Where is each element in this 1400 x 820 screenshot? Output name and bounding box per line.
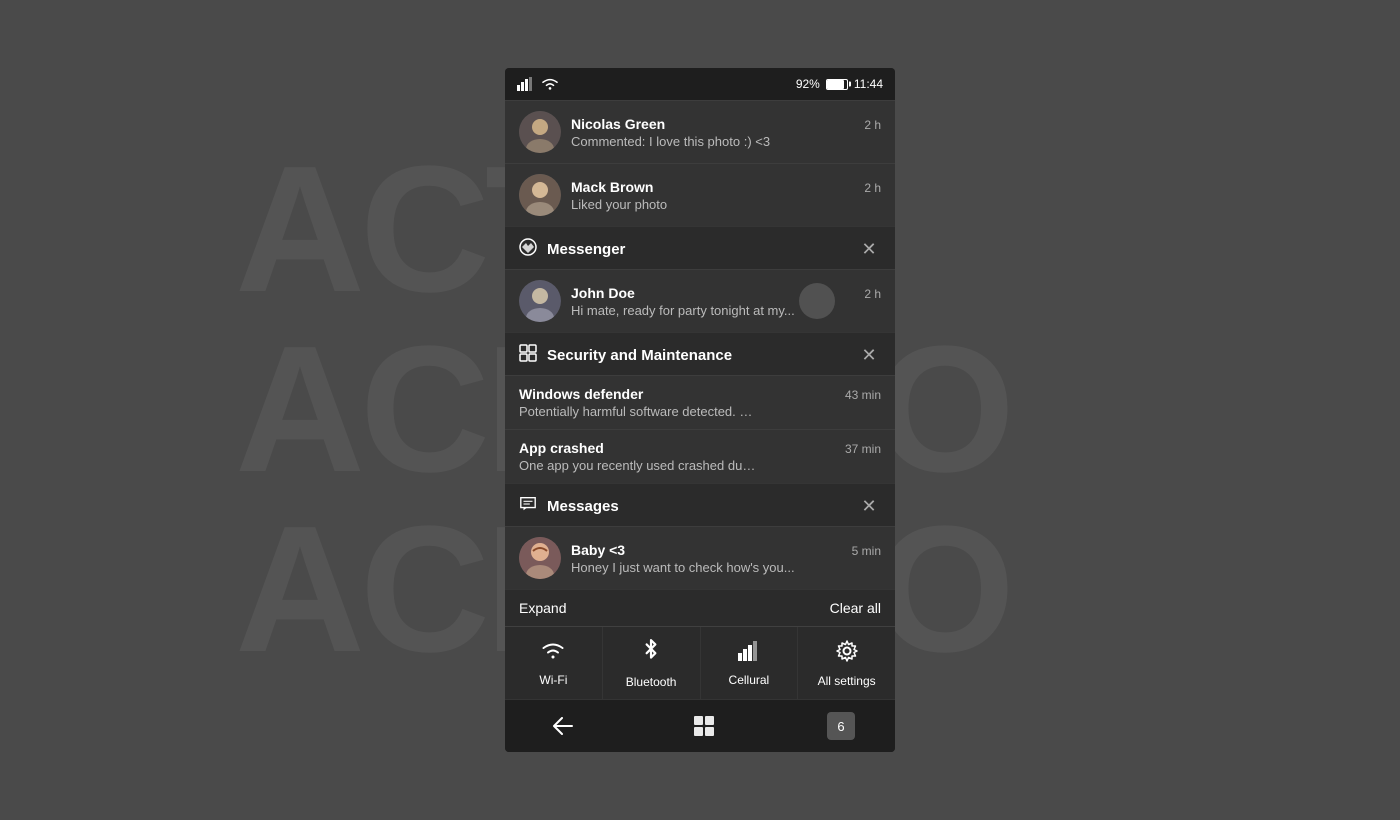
notif-name-appcrash: App crashed xyxy=(519,440,604,456)
notif-name-nicolas: Nicolas Green xyxy=(571,116,665,132)
notif-group-security: Security and Maintenance ✕ Windows defen… xyxy=(505,333,895,484)
notif-item-baby[interactable]: Baby <3 5 min Honey I just want to check… xyxy=(505,526,895,589)
bluetooth-tile[interactable]: Bluetooth xyxy=(603,627,701,699)
signal-icon xyxy=(517,77,535,91)
notif-msg-nicolas: Commented: I love this photo :) <3 xyxy=(571,134,811,149)
phone-frame: 92% 11:44 Nicolas Gr xyxy=(505,68,895,752)
notif-item-nicolas[interactable]: Nicolas Green 2 h Commented: I love this… xyxy=(505,100,895,163)
notif-msg-defender: Potentially harmful software detected. P… xyxy=(519,404,759,419)
settings-tile[interactable]: All settings xyxy=(798,627,895,699)
notif-header-messages: Messages ✕ xyxy=(505,484,895,526)
clock: 11:44 xyxy=(854,77,883,91)
notif-msg-appcrash: One app you recently used crashed during… xyxy=(519,458,759,473)
notif-time-appcrash: 37 min xyxy=(845,442,881,456)
ripple-effect xyxy=(799,283,835,319)
avatar-john xyxy=(519,280,561,322)
clear-all-button[interactable]: Clear all xyxy=(830,600,881,616)
notif-title-messages: Messages xyxy=(547,498,619,515)
notif-item-defender[interactable]: Windows defender 43 min Potentially harm… xyxy=(505,375,895,429)
notif-group-facebook: Nicolas Green 2 h Commented: I love this… xyxy=(505,100,895,227)
home-button[interactable] xyxy=(686,708,722,744)
notif-name-defender: Windows defender xyxy=(519,386,643,402)
security-close-button[interactable]: ✕ xyxy=(857,343,881,367)
taskbar: 6 xyxy=(505,699,895,752)
bluetooth-label: Bluetooth xyxy=(626,675,677,689)
notif-time-baby: 5 min xyxy=(852,544,881,558)
notifications-badge[interactable]: 6 xyxy=(827,712,855,740)
wifi-label: Wi-Fi xyxy=(539,673,567,687)
notifications-count: 6 xyxy=(837,719,844,734)
notif-content-mack: Mack Brown 2 h Liked your photo xyxy=(571,179,881,212)
settings-label: All settings xyxy=(818,674,876,688)
wifi-tile[interactable]: Wi-Fi xyxy=(505,627,603,699)
status-bar: 92% 11:44 xyxy=(505,68,895,100)
notif-name-john: John Doe xyxy=(571,285,635,301)
notif-name-mack: Mack Brown xyxy=(571,179,653,195)
status-left xyxy=(517,77,559,91)
notif-group-messages: Messages ✕ Baby <3 5 min xyxy=(505,484,895,590)
messages-icon xyxy=(519,495,537,518)
battery-icon xyxy=(826,79,848,90)
messenger-icon xyxy=(519,238,537,261)
notif-msg-mack: Liked your photo xyxy=(571,197,811,212)
notif-time-nicolas: 2 h xyxy=(864,118,881,132)
battery-percent: 92% xyxy=(796,77,820,91)
notif-content-baby: Baby <3 5 min Honey I just want to check… xyxy=(571,542,881,575)
notif-msg-baby: Honey I just want to check how's you... xyxy=(571,560,811,575)
notif-header-left-messenger: Messenger xyxy=(519,238,625,261)
notif-time-defender: 43 min xyxy=(845,388,881,402)
avatar-mack xyxy=(519,174,561,216)
cellular-label: Cellural xyxy=(729,673,770,687)
expand-button[interactable]: Expand xyxy=(519,600,566,616)
notif-header-messenger: Messenger ✕ xyxy=(505,227,895,269)
notif-item-appcrash[interactable]: App crashed 37 min One app you recently … xyxy=(505,429,895,483)
notif-footer: Expand Clear all xyxy=(505,590,895,626)
notif-time-mack: 2 h xyxy=(864,181,881,195)
settings-tile-icon xyxy=(836,640,858,668)
security-icon xyxy=(519,344,537,367)
notif-title-security: Security and Maintenance xyxy=(547,347,732,364)
notif-content-nicolas: Nicolas Green 2 h Commented: I love this… xyxy=(571,116,881,149)
avatar-baby xyxy=(519,537,561,579)
notif-name-baby: Baby <3 xyxy=(571,542,625,558)
wifi-tile-icon xyxy=(541,641,565,667)
notification-panel: Nicolas Green 2 h Commented: I love this… xyxy=(505,100,895,752)
notif-group-messenger: Messenger ✕ John Doe 2 h xyxy=(505,227,895,333)
messenger-close-button[interactable]: ✕ xyxy=(857,237,881,261)
cellular-tile-icon xyxy=(738,641,760,667)
avatar-nicolas xyxy=(519,111,561,153)
bluetooth-tile-icon xyxy=(642,639,660,669)
notif-time-john: 2 h xyxy=(864,287,881,301)
notif-header-left-security: Security and Maintenance xyxy=(519,344,732,367)
notif-title-messenger: Messenger xyxy=(547,241,625,258)
notif-item-mack[interactable]: Mack Brown 2 h Liked your photo xyxy=(505,163,895,226)
status-right: 92% 11:44 xyxy=(796,77,883,91)
notif-msg-john: Hi mate, ready for party tonight at my..… xyxy=(571,303,811,318)
wifi-status-icon xyxy=(541,77,559,91)
quick-settings: Wi-Fi Bluetooth xyxy=(505,626,895,699)
cellular-tile[interactable]: Cellural xyxy=(701,627,799,699)
messages-close-button[interactable]: ✕ xyxy=(857,494,881,518)
notif-item-john[interactable]: John Doe 2 h Hi mate, ready for party to… xyxy=(505,269,895,332)
back-button[interactable] xyxy=(545,708,581,744)
notif-header-left-messages: Messages xyxy=(519,495,619,518)
notif-header-security: Security and Maintenance ✕ xyxy=(505,333,895,375)
